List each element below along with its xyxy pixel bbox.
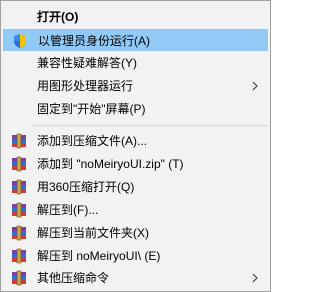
winrar-archive-icon	[11, 179, 27, 195]
menu-item-label: 解压到(F)...	[37, 203, 99, 217]
menu-item-run-as-admin[interactable]: 以管理员身份运行(A)	[3, 29, 268, 51]
context-menu: 打开(O) 以管理员身份运行(A) 兼容性疑难解答(Y) 用图形处理器运行 固定…	[0, 0, 271, 292]
menu-item-pin-to-start[interactable]: 固定到"开始"屏幕(P)	[3, 98, 268, 120]
menu-item-label: 以管理员身份运行(A)	[38, 34, 150, 48]
uac-shield-icon	[12, 33, 28, 49]
menu-item-label: 用360压缩打开(Q)	[37, 180, 135, 194]
menu-item-add-to-archive[interactable]: 添加到压缩文件(A)...	[3, 130, 268, 152]
chevron-right-icon	[250, 80, 260, 92]
menu-item-add-to-zip[interactable]: 添加到 "noMeiryoUI.zip" (T)	[3, 153, 268, 175]
menu-item-label: 其他压缩命令	[37, 271, 110, 285]
menu-item-label: 解压到当前文件夹(X)	[37, 226, 149, 240]
menu-item-other-compress-commands[interactable]: 其他压缩命令	[3, 267, 268, 289]
menu-item-label: 用图形处理器运行	[37, 79, 134, 93]
menu-item-label: 添加到 "noMeiryoUI.zip" (T)	[37, 157, 184, 171]
menu-item-label: 添加到压缩文件(A)...	[37, 134, 147, 148]
menu-item-extract-to[interactable]: 解压到(F)...	[3, 199, 268, 221]
menu-item-run-with-gpu[interactable]: 用图形处理器运行	[3, 75, 268, 97]
menu-item-extract-here[interactable]: 解压到当前文件夹(X)	[3, 222, 268, 244]
menu-item-label: 解压到 noMeiryoUI\ (E)	[37, 249, 161, 263]
menu-item-compat-troubleshoot[interactable]: 兼容性疑难解答(Y)	[3, 52, 268, 74]
menu-item-open-with-360zip[interactable]: 用360压缩打开(Q)	[3, 176, 268, 198]
chevron-right-icon	[250, 272, 260, 284]
winrar-archive-icon	[11, 248, 27, 264]
menu-item-label: 兼容性疑难解答(Y)	[37, 56, 137, 70]
menu-separator	[32, 125, 268, 126]
winrar-archive-icon	[11, 156, 27, 172]
winrar-archive-icon	[11, 133, 27, 149]
menu-item-open[interactable]: 打开(O)	[3, 6, 268, 28]
winrar-archive-icon	[11, 202, 27, 218]
menu-item-extract-to-folder[interactable]: 解压到 noMeiryoUI\ (E)	[3, 245, 268, 267]
winrar-archive-icon	[11, 225, 27, 241]
winrar-archive-icon	[11, 270, 27, 286]
menu-item-label: 打开(O)	[37, 10, 79, 24]
menu-item-label: 固定到"开始"屏幕(P)	[37, 102, 146, 116]
